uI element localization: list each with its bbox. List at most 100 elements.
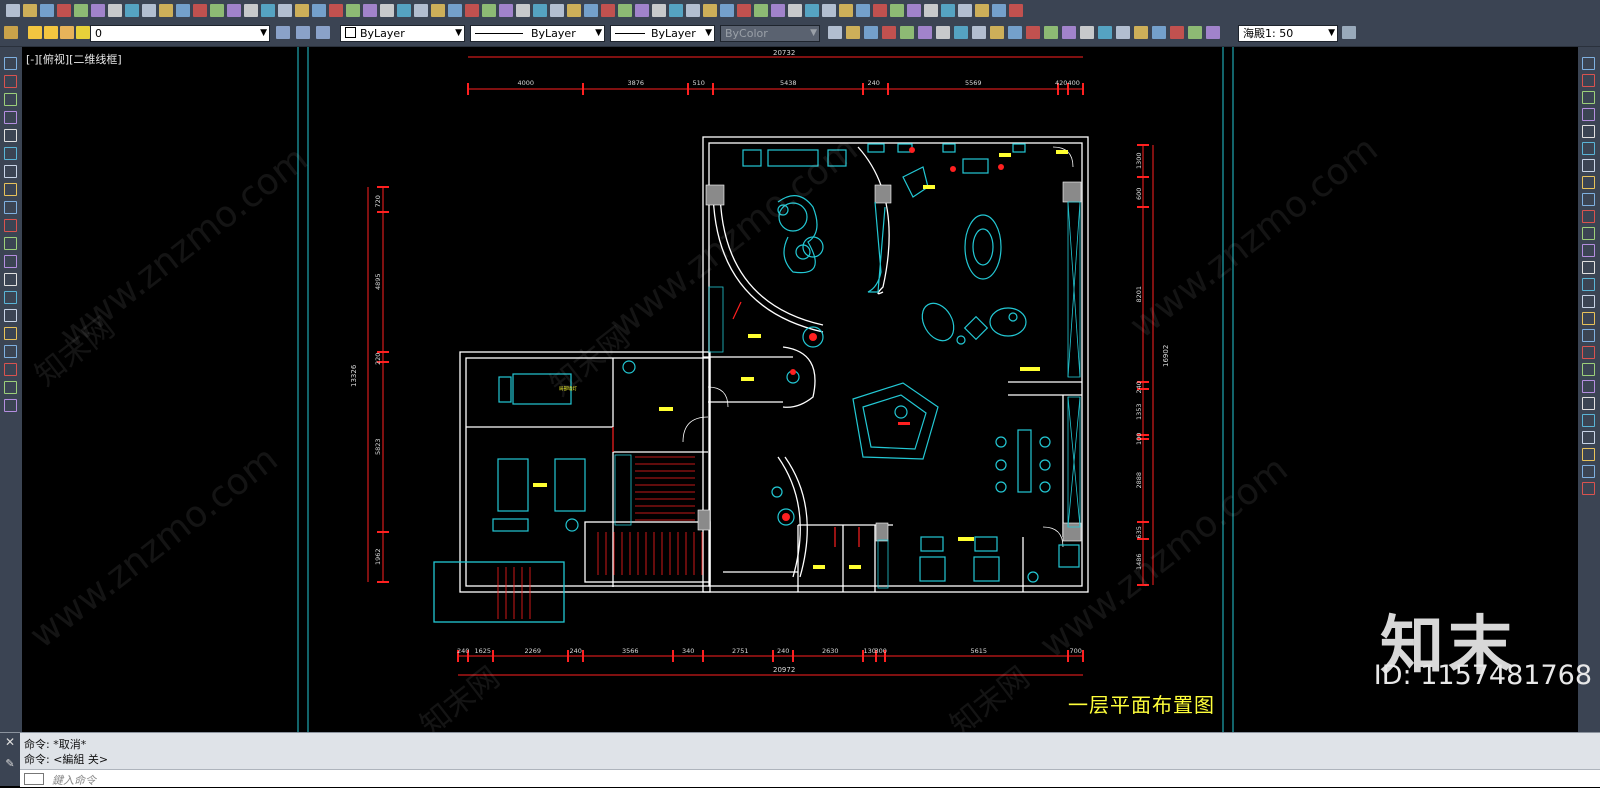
toolbar-tool-icon[interactable] [465,4,479,17]
toolbar-tool-icon[interactable] [397,4,411,17]
toolbar-tool-icon[interactable] [23,4,37,17]
modify-tool-icon[interactable] [1582,159,1595,172]
toolbar-tool-icon[interactable] [958,4,972,17]
toolbar-tool-icon[interactable] [856,4,870,17]
modify-tool-icon[interactable] [1582,363,1595,376]
command-window-handle[interactable]: ✕ ✎ [0,733,20,786]
toolbar-tool-icon[interactable] [601,4,615,17]
toolbar-tool-icon[interactable] [278,4,292,17]
lightbulb-icon[interactable] [28,26,42,39]
toolbar-tool-icon[interactable] [754,4,768,17]
draw-tool-icon[interactable] [4,327,17,340]
dimension-tool-icon[interactable] [900,26,914,39]
toolbar-tool-icon[interactable] [414,4,428,17]
toolbar-tool-icon[interactable] [771,4,785,17]
toolbar-tool-icon[interactable] [312,4,326,17]
draw-tool-icon[interactable] [4,237,17,250]
dimension-tool-icon[interactable] [1044,26,1058,39]
modify-tool-icon[interactable] [1582,312,1595,325]
modify-tool-icon[interactable] [1582,380,1595,393]
toolbar-tool-icon[interactable] [74,4,88,17]
draw-tool-icon[interactable] [4,381,17,394]
toolbar-tool-icon[interactable] [618,4,632,17]
modify-tool-icon[interactable] [1582,431,1595,444]
toolbar-tool-icon[interactable] [907,4,921,17]
toolbar-tool-icon[interactable] [295,4,309,17]
toolbar-tool-icon[interactable] [431,4,445,17]
toolbar-tool-icon[interactable] [788,4,802,17]
draw-tool-icon[interactable] [4,309,17,322]
dimension-tool-icon[interactable] [864,26,878,39]
dimension-tool-icon[interactable] [972,26,986,39]
wrench-icon[interactable]: ✎ [0,757,20,770]
dimension-tool-icon[interactable] [882,26,896,39]
dimension-tool-icon[interactable] [1170,26,1184,39]
toolbar-tool-icon[interactable] [635,4,649,17]
lock-icon[interactable] [76,26,90,39]
toolbar-tool-icon[interactable] [346,4,360,17]
toolbar-tool-icon[interactable] [873,4,887,17]
toolbar-tool-icon[interactable] [499,4,513,17]
modify-tool-icon[interactable] [1582,176,1595,189]
toolbar-tool-icon[interactable] [210,4,224,17]
toolbar-tool-icon[interactable] [924,4,938,17]
draw-tool-icon[interactable] [4,291,17,304]
toolbar-tool-icon[interactable] [380,4,394,17]
draw-tool-icon[interactable] [4,75,17,88]
toolbar-tool-icon[interactable] [822,4,836,17]
toolbar-tool-icon[interactable] [584,4,598,17]
dimension-tool-icon[interactable] [954,26,968,39]
toolbar-tool-icon[interactable] [533,4,547,17]
draw-tool-icon[interactable] [4,345,17,358]
draw-tool-icon[interactable] [4,111,17,124]
toolbar-tool-icon[interactable] [737,4,751,17]
layer-lock-icon[interactable] [60,26,74,39]
dimension-tool-icon[interactable] [1026,26,1040,39]
modify-tool-icon[interactable] [1582,278,1595,291]
toolbar-tool-icon[interactable] [839,4,853,17]
modify-tool-icon[interactable] [1582,125,1595,138]
dimension-tool-icon[interactable] [1188,26,1202,39]
dimension-tool-icon[interactable] [1098,26,1112,39]
toolbar-tool-icon[interactable] [669,4,683,17]
color-dropdown[interactable]: ByLayer ▼ [340,25,465,42]
dimension-tool-icon[interactable] [1062,26,1076,39]
dimension-tool-icon[interactable] [828,26,842,39]
toolbar-tool-icon[interactable] [6,4,20,17]
toolbar-tool-icon[interactable] [975,4,989,17]
draw-tool-icon[interactable] [4,165,17,178]
toolbar-tool-icon[interactable] [686,4,700,17]
toolbar-tool-icon[interactable] [448,4,462,17]
dimension-tool-icon[interactable] [990,26,1004,39]
modify-tool-icon[interactable] [1582,397,1595,410]
toolbar-tool-icon[interactable] [720,4,734,17]
command-prompt-icon[interactable] [24,773,44,785]
modify-tool-icon[interactable] [1582,91,1595,104]
draw-tool-icon[interactable] [4,93,17,106]
toolbar-tool-icon[interactable] [363,4,377,17]
modify-tool-icon[interactable] [1582,108,1595,121]
draw-tool-icon[interactable] [4,57,17,70]
toolbar-tool-icon[interactable] [91,4,105,17]
sun-icon[interactable] [44,26,58,39]
layer-manager-icon[interactable] [4,26,18,39]
toolbar-tool-icon[interactable] [550,4,564,17]
command-input[interactable]: 鍵入命令 [20,769,1600,787]
modify-tool-icon[interactable] [1582,465,1595,478]
draw-tool-icon[interactable] [4,255,17,268]
dimension-tool-icon[interactable] [1206,26,1220,39]
draw-tool-icon[interactable] [4,363,17,376]
modify-tool-icon[interactable] [1582,227,1595,240]
toolbar-tool-icon[interactable] [1009,4,1023,17]
modify-tool-icon[interactable] [1582,193,1595,206]
modify-tool-icon[interactable] [1582,448,1595,461]
toolbar-tool-icon[interactable] [176,4,190,17]
dimension-tool-icon[interactable] [1152,26,1166,39]
toolbar-tool-icon[interactable] [703,4,717,17]
close-icon[interactable]: ✕ [0,735,20,749]
toolbar-tool-icon[interactable] [329,4,343,17]
modify-tool-icon[interactable] [1582,57,1595,70]
draw-tool-icon[interactable] [4,219,17,232]
dimension-tool-icon[interactable] [1008,26,1022,39]
toolbar-tool-icon[interactable] [244,4,258,17]
